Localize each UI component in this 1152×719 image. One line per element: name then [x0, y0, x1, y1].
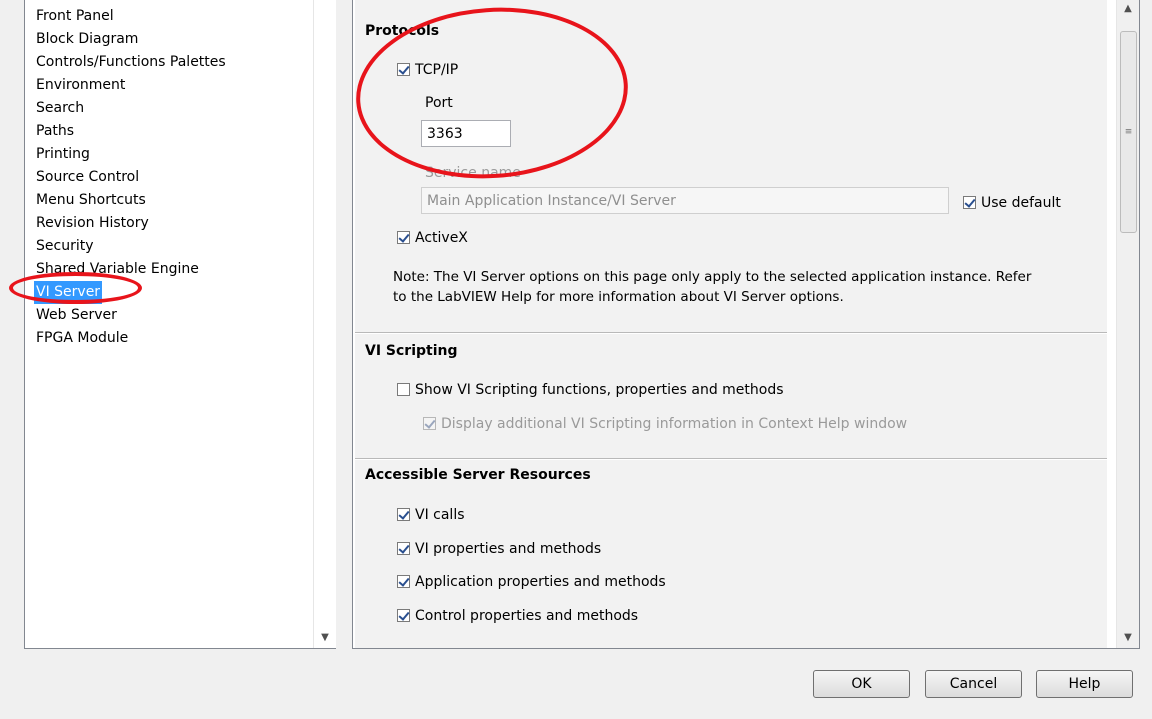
show-vi-scripting-checkbox[interactable]: Show VI Scripting functions, properties … [397, 382, 784, 398]
checkbox-checked-icon [963, 196, 976, 209]
activex-label: ActiveX [415, 230, 468, 246]
category-item-front-panel[interactable]: Front Panel [34, 5, 228, 28]
show-vi-scripting-label: Show VI Scripting functions, properties … [415, 382, 784, 398]
category-item-controls-functions-palettes[interactable]: Controls/Functions Palettes [34, 51, 228, 74]
settings-content: Protocols TCP/IP Port Service name Use d… [355, 0, 1107, 648]
category-list-scrollbar[interactable]: ▼ [313, 0, 336, 648]
scroll-grip-icon[interactable]: ≡ [1120, 31, 1137, 233]
use-default-label: Use default [981, 195, 1061, 211]
category-item-paths[interactable]: Paths [34, 120, 228, 143]
port-input[interactable] [421, 120, 511, 147]
checkbox-checked-icon [397, 63, 410, 76]
category-item-revision-history[interactable]: Revision History [34, 212, 228, 235]
vi-calls-checkbox[interactable]: VI calls [397, 507, 465, 523]
control-properties-checkbox[interactable]: Control properties and methods [397, 608, 638, 624]
checkbox-checked-icon [397, 609, 410, 622]
category-list-panel: Front Panel Block Diagram Controls/Funct… [24, 0, 336, 649]
checkbox-checked-icon [397, 508, 410, 521]
checkbox-checked-icon [423, 417, 436, 430]
category-item-environment[interactable]: Environment [34, 74, 228, 97]
category-item-security[interactable]: Security [34, 235, 228, 258]
category-item-printing[interactable]: Printing [34, 143, 228, 166]
cancel-button[interactable]: Cancel [925, 670, 1022, 698]
application-properties-label: Application properties and methods [415, 574, 666, 590]
vi-properties-checkbox[interactable]: VI properties and methods [397, 541, 601, 557]
accessible-resources-heading: Accessible Server Resources [365, 467, 591, 483]
scroll-down-arrow-icon[interactable]: ▼ [314, 628, 336, 648]
service-name-input[interactable] [421, 187, 949, 214]
vi-scripting-heading: VI Scripting [365, 343, 458, 359]
scroll-down-arrow-icon[interactable]: ▼ [1117, 628, 1139, 648]
display-scripting-info-checkbox[interactable]: Display additional VI Scripting informat… [423, 416, 907, 432]
category-item-shared-variable-engine[interactable]: Shared Variable Engine [34, 258, 228, 281]
tcpip-checkbox[interactable]: TCP/IP [397, 62, 458, 78]
port-label: Port [425, 95, 453, 111]
activex-checkbox[interactable]: ActiveX [397, 230, 468, 246]
checkbox-unchecked-icon [397, 383, 410, 396]
checkbox-checked-icon [397, 542, 410, 555]
scroll-up-arrow-icon[interactable]: ▲ [1117, 0, 1139, 19]
display-scripting-info-label: Display additional VI Scripting informat… [441, 416, 908, 432]
protocols-heading: Protocols [365, 23, 440, 39]
vi-server-note-line-1: Note: The VI Server options on this page… [393, 269, 1032, 285]
category-item-menu-shortcuts[interactable]: Menu Shortcuts [34, 189, 228, 212]
category-item-web-server[interactable]: Web Server [34, 304, 228, 327]
category-item-search[interactable]: Search [34, 97, 228, 120]
application-properties-checkbox[interactable]: Application properties and methods [397, 574, 666, 590]
vi-calls-label: VI calls [415, 507, 465, 523]
category-item-source-control[interactable]: Source Control [34, 166, 228, 189]
category-item-vi-server[interactable]: VI Server [34, 281, 103, 304]
use-default-checkbox[interactable]: Use default [963, 195, 1061, 211]
ok-button[interactable]: OK [813, 670, 910, 698]
help-button[interactable]: Help [1036, 670, 1133, 698]
category-item-block-diagram[interactable]: Block Diagram [34, 28, 228, 51]
section-divider [355, 458, 1107, 460]
section-divider [355, 332, 1107, 334]
checkbox-checked-icon [397, 231, 410, 244]
service-name-label: Service name [425, 165, 521, 181]
checkbox-checked-icon [397, 575, 410, 588]
vi-properties-label: VI properties and methods [415, 541, 602, 557]
control-properties-label: Control properties and methods [415, 608, 639, 624]
tcpip-label: TCP/IP [415, 62, 459, 78]
settings-panel: Protocols TCP/IP Port Service name Use d… [352, 0, 1140, 649]
category-list: Front Panel Block Diagram Controls/Funct… [34, 5, 228, 350]
category-item-fpga-module[interactable]: FPGA Module [34, 327, 228, 350]
vi-server-note-line-2: to the LabVIEW Help for more information… [393, 289, 844, 305]
settings-scrollbar[interactable]: ▲ ≡ ▼ [1116, 0, 1139, 648]
